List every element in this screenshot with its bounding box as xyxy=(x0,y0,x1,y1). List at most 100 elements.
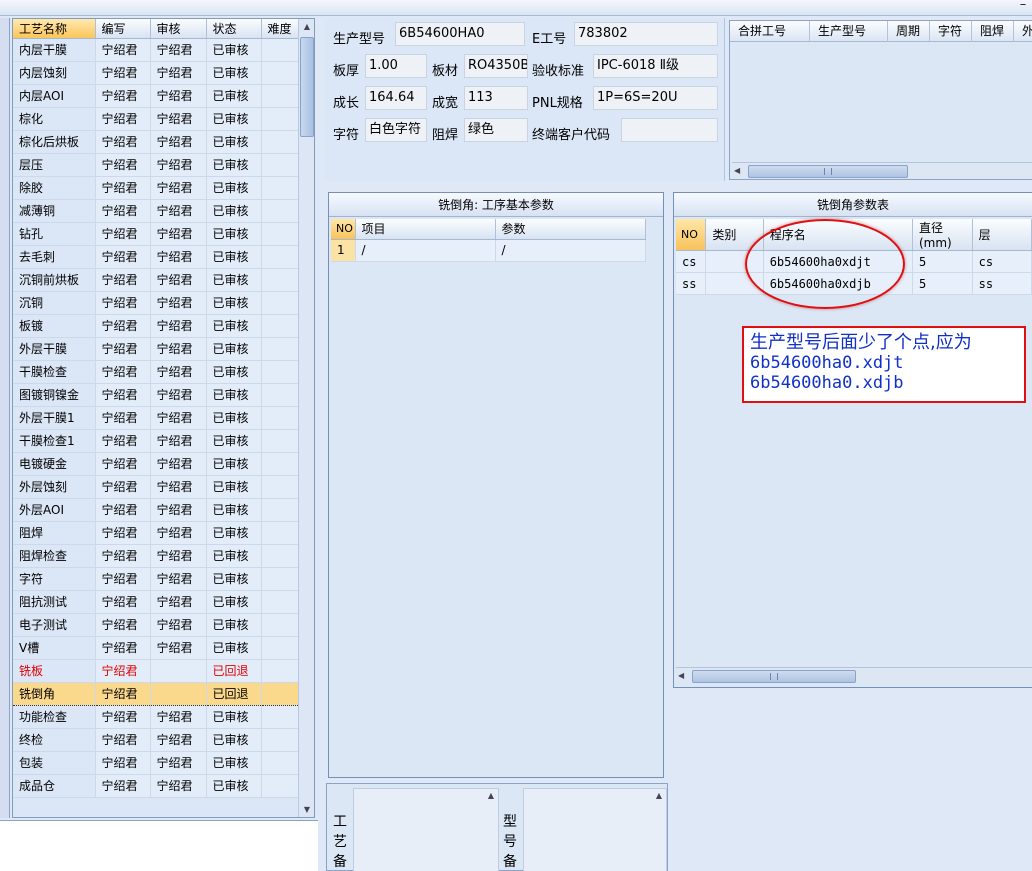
pnl-field[interactable]: 1P=6S=20U xyxy=(593,86,718,110)
column-header[interactable]: 参数 xyxy=(495,219,646,240)
table-row[interactable]: 铣倒角 宁绍君 已回退 xyxy=(13,681,299,706)
reviewer-cell: 宁绍君 xyxy=(150,705,207,729)
minimize-button[interactable]: – xyxy=(1016,0,1030,13)
table-row[interactable]: 除胶 宁绍君 宁绍君 已审核 xyxy=(13,176,299,200)
column-header[interactable]: 难度 xyxy=(261,19,299,39)
scrollbar-thumb[interactable] xyxy=(300,37,314,137)
difficulty-cell xyxy=(261,475,299,499)
difficulty-cell xyxy=(261,360,299,384)
difficulty-cell xyxy=(261,544,299,568)
column-header[interactable]: 阻焊 xyxy=(972,21,1014,42)
column-header[interactable]: 直径(mm) xyxy=(912,219,973,251)
table-row[interactable]: 内层AOI 宁绍君 宁绍君 已审核 xyxy=(13,84,299,108)
table-row[interactable]: 图镀铜镍金 宁绍君 宁绍君 已审核 xyxy=(13,383,299,407)
process-name-cell: 终检 xyxy=(13,728,96,752)
pnl-label: PNL规格 xyxy=(532,96,583,111)
column-header[interactable]: 编写 xyxy=(95,19,151,39)
thickness-field[interactable]: 1.00 xyxy=(365,54,427,78)
scrollbar-thumb[interactable] xyxy=(748,165,908,178)
column-header[interactable]: 状态 xyxy=(206,19,262,39)
table-row[interactable]: 干膜检查1 宁绍君 宁绍君 已审核 xyxy=(13,429,299,453)
mill-grid-horizontal-scrollbar[interactable]: ◀ xyxy=(676,667,1032,684)
process-remark-textarea[interactable]: ▲ xyxy=(353,788,499,871)
table-row[interactable]: 电镀硬金 宁绍君 宁绍君 已审核 xyxy=(13,452,299,476)
table-row[interactable]: 外层干膜1 宁绍君 宁绍君 已审核 xyxy=(13,406,299,430)
row-number-cell: cs xyxy=(676,250,707,273)
column-header[interactable]: 层 xyxy=(972,219,1032,251)
column-header[interactable]: 工艺名称 xyxy=(13,19,96,39)
table-row[interactable]: 阻焊检查 宁绍君 宁绍君 已审核 xyxy=(13,544,299,568)
table-row[interactable]: 电子测试 宁绍君 宁绍君 已审核 xyxy=(13,613,299,637)
eno-field[interactable]: 783802 xyxy=(574,22,718,46)
table-row[interactable]: 阻抗测试 宁绍君 宁绍君 已审核 xyxy=(13,590,299,614)
scroll-up-icon[interactable]: ▲ xyxy=(299,19,314,34)
column-header[interactable]: 字符 xyxy=(930,21,972,42)
reviewer-cell: 宁绍君 xyxy=(150,84,207,108)
scroll-up-icon[interactable]: ▲ xyxy=(484,789,498,803)
table-row[interactable]: V槽 宁绍君 宁绍君 已审核 xyxy=(13,636,299,660)
column-header[interactable]: 生产型号 xyxy=(810,21,888,42)
merge-grid-horizontal-scrollbar[interactable]: ◀ xyxy=(732,162,1032,179)
table-row[interactable]: 干膜检查 宁绍君 宁绍君 已审核 xyxy=(13,360,299,384)
process-grid-vertical-scrollbar[interactable]: ▲ ▼ xyxy=(298,19,314,817)
table-row[interactable]: 板镀 宁绍君 宁绍君 已审核 xyxy=(13,314,299,338)
table-row[interactable]: 层压 宁绍君 宁绍君 已审核 xyxy=(13,153,299,177)
table-row[interactable]: 包装 宁绍君 宁绍君 已审核 xyxy=(13,751,299,775)
table-row[interactable]: 功能检查 宁绍君 宁绍君 已审核 xyxy=(13,705,299,729)
column-header[interactable]: NO xyxy=(676,219,707,251)
char-label: 字符 xyxy=(333,128,360,143)
length-field[interactable]: 164.64 xyxy=(365,86,427,110)
process-grid: 工艺名称 编写 审核 状态 难度 内层干膜 宁绍君 宁绍君 已审核 内层蚀刻 宁绍君 宁绍君 已审核内… xyxy=(12,18,315,818)
table-row[interactable]: 外层AOI 宁绍君 宁绍君 已审核 xyxy=(13,498,299,522)
table-row[interactable]: 阻焊 宁绍君 宁绍君 已审核 xyxy=(13,521,299,545)
mask-field[interactable]: 绿色 xyxy=(464,118,528,142)
scroll-down-icon[interactable]: ▼ xyxy=(299,802,314,817)
column-header[interactable]: 审核 xyxy=(150,19,207,39)
reviewer-cell: 宁绍君 xyxy=(150,268,207,292)
reviewer-cell: 宁绍君 xyxy=(150,613,207,637)
table-row[interactable]: 棕化 宁绍君 宁绍君 已审核 xyxy=(13,107,299,131)
scroll-left-icon[interactable]: ◀ xyxy=(678,668,690,684)
status-cell: 已审核 xyxy=(206,567,262,591)
model-field[interactable]: 6B54600HA0 xyxy=(395,22,525,46)
column-header[interactable]: 外层 xyxy=(1014,21,1032,42)
left-splitter[interactable] xyxy=(0,18,10,818)
table-row[interactable]: 成品仓 宁绍君 宁绍君 已审核 xyxy=(13,774,299,798)
table-row[interactable]: 铣板 宁绍君 已回退 xyxy=(13,659,299,683)
char-field[interactable]: 白色字符 xyxy=(365,118,427,142)
table-row[interactable]: 1// xyxy=(331,239,646,262)
scrollbar-thumb[interactable] xyxy=(692,670,856,683)
column-header[interactable]: 周期 xyxy=(888,21,930,42)
table-row[interactable]: 内层蚀刻 宁绍君 宁绍君 已审核 xyxy=(13,61,299,85)
standard-field[interactable]: IPC-6018 Ⅱ级 xyxy=(593,54,718,78)
mask-label: 阻焊 xyxy=(432,128,459,143)
table-row[interactable]: 去毛刺 宁绍君 宁绍君 已审核 xyxy=(13,245,299,269)
table-row[interactable]: 终检 宁绍君 宁绍君 已审核 xyxy=(13,728,299,752)
table-row[interactable]: 外层蚀刻 宁绍君 宁绍君 已审核 xyxy=(13,475,299,499)
table-row[interactable]: 减薄铜 宁绍君 宁绍君 已审核 xyxy=(13,199,299,223)
table-row[interactable]: 沉铜前烘板 宁绍君 宁绍君 已审核 xyxy=(13,268,299,292)
table-row[interactable]: 沉铜 宁绍君 宁绍君 已审核 xyxy=(13,291,299,315)
material-field[interactable]: RO4350B xyxy=(464,54,528,78)
table-row[interactable]: 内层干膜 宁绍君 宁绍君 已审核 xyxy=(13,38,299,62)
reviewer-cell: 宁绍君 xyxy=(150,314,207,338)
width-field[interactable]: 113 xyxy=(464,86,528,110)
process-name-cell: 除胶 xyxy=(13,176,96,200)
table-row[interactable]: 棕化后烘板 宁绍君 宁绍君 已审核 xyxy=(13,130,299,154)
status-cell: 已审核 xyxy=(206,84,262,108)
writer-cell: 宁绍君 xyxy=(95,751,151,775)
process-name-cell: 阻焊 xyxy=(13,521,96,545)
customer-field[interactable] xyxy=(621,118,718,142)
status-cell: 已审核 xyxy=(206,774,262,798)
column-header[interactable]: 项目 xyxy=(355,219,496,240)
column-header[interactable]: 合拼工号 xyxy=(730,21,810,42)
scroll-left-icon[interactable]: ◀ xyxy=(734,163,746,179)
table-row[interactable]: 字符 宁绍君 宁绍君 已审核 xyxy=(13,567,299,591)
scroll-up-icon[interactable]: ▲ xyxy=(652,789,666,803)
model-remark-textarea[interactable]: ▲ xyxy=(523,788,667,871)
table-row[interactable]: 外层干膜 宁绍君 宁绍君 已审核 xyxy=(13,337,299,361)
column-header[interactable]: NO xyxy=(331,219,356,240)
table-row[interactable]: 钻孔 宁绍君 宁绍君 已审核 xyxy=(13,222,299,246)
writer-cell: 宁绍君 xyxy=(95,681,151,706)
status-cell: 已审核 xyxy=(206,544,262,568)
